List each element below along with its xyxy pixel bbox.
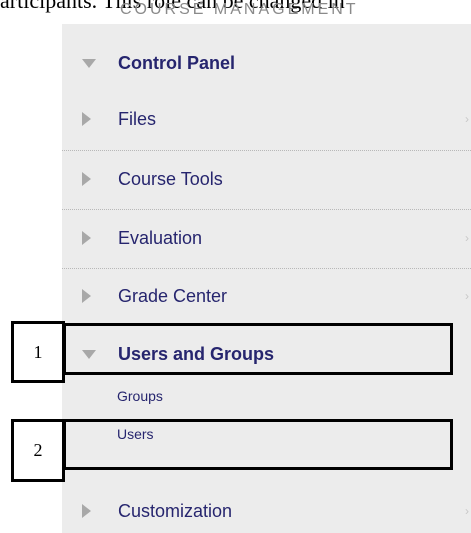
menu-item-evaluation[interactable]: Evaluation › xyxy=(62,219,471,257)
control-panel-header[interactable]: Control Panel xyxy=(62,44,471,82)
chevron-right-icon: › xyxy=(465,289,469,303)
callout-highlight-box-2 xyxy=(63,419,453,470)
menu-item-course-tools[interactable]: Course Tools xyxy=(62,160,471,198)
divider xyxy=(62,209,471,210)
divider xyxy=(62,150,471,151)
chevron-right-icon: › xyxy=(465,504,469,518)
callout-number-1: 1 xyxy=(33,342,43,362)
course-management-heading: COURSE MANAGEMENT xyxy=(120,1,359,18)
menu-item-label: Evaluation xyxy=(118,227,203,248)
menu-item-label: Grade Center xyxy=(118,285,228,306)
menu-item-label: Course Tools xyxy=(118,168,223,189)
sub-item-groups[interactable]: Groups xyxy=(117,388,163,404)
expand-triangle-icon xyxy=(82,289,91,303)
menu-item-files[interactable]: Files › xyxy=(62,100,471,138)
menu-item-customization[interactable]: Customization › xyxy=(62,492,471,530)
menu-item-label: Customization xyxy=(118,500,233,521)
chevron-right-icon: › xyxy=(465,112,469,126)
expand-triangle-icon xyxy=(82,172,91,186)
expand-triangle-icon xyxy=(82,231,91,245)
divider xyxy=(62,268,471,269)
menu-item-label: Files xyxy=(118,108,157,129)
callout-number-2: 2 xyxy=(33,440,43,460)
expand-triangle-icon xyxy=(82,504,91,518)
collapse-triangle-icon xyxy=(82,58,96,68)
control-panel-title: Control Panel xyxy=(118,52,236,73)
menu-item-grade-center[interactable]: Grade Center › xyxy=(62,277,471,315)
expand-triangle-icon xyxy=(82,112,91,126)
chevron-right-icon: › xyxy=(465,231,469,245)
callout-highlight-box-1 xyxy=(63,323,453,375)
